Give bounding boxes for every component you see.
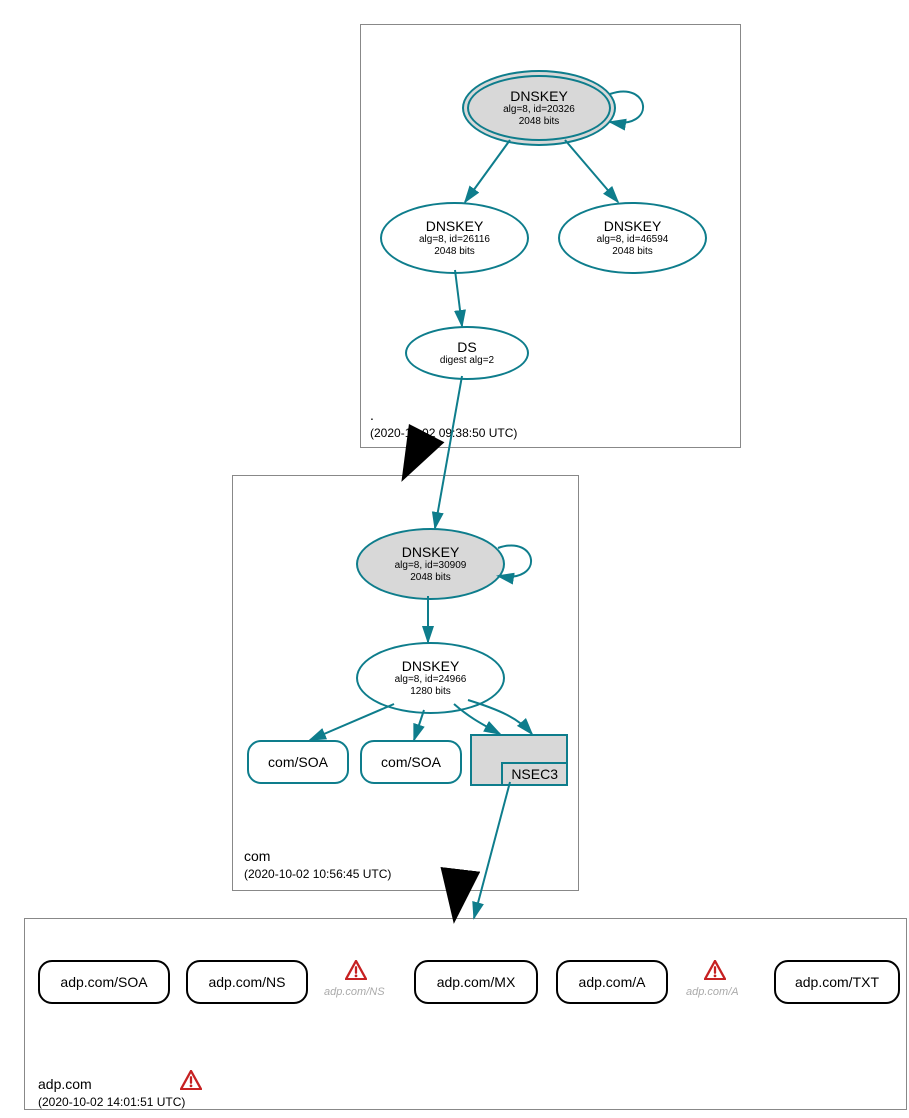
com-nsec3-label: NSEC3 <box>501 762 566 784</box>
adp-ns: adp.com/NS <box>186 960 308 1004</box>
adp-mx: adp.com/MX <box>414 960 538 1004</box>
root-ds-title: DS <box>457 339 476 355</box>
adp-a-warn-label: adp.com/A <box>686 986 739 998</box>
root-zsk2-node: DNSKEY alg=8, id=46594 2048 bits <box>558 202 707 274</box>
root-zsk2-alg: alg=8, id=46594 <box>597 234 669 246</box>
root-zsk1-bits: 2048 bits <box>434 246 475 258</box>
com-nsec3: NSEC3 <box>470 734 568 786</box>
root-zsk2-title: DNSKEY <box>604 218 662 234</box>
com-soa2: com/SOA <box>360 740 462 784</box>
root-ksk-alg: alg=8, id=20326 <box>503 104 575 116</box>
root-zsk1-title: DNSKEY <box>426 218 484 234</box>
root-zsk2-bits: 2048 bits <box>612 246 653 258</box>
warning-icon <box>180 1070 202 1090</box>
zone-com-timestamp: (2020-10-02 10:56:45 UTC) <box>244 867 391 881</box>
com-ksk-alg: alg=8, id=30909 <box>395 560 467 572</box>
zone-adp-timestamp: (2020-10-02 14:01:51 UTC) <box>38 1095 185 1109</box>
root-ksk-bits: 2048 bits <box>519 116 560 128</box>
root-ds-sub: digest alg=2 <box>440 355 494 367</box>
warning-icon <box>345 960 367 980</box>
adp-a: adp.com/A <box>556 960 668 1004</box>
adp-soa: adp.com/SOA <box>38 960 170 1004</box>
com-zsk-node: DNSKEY alg=8, id=24966 1280 bits <box>356 642 505 714</box>
zone-root-name: . <box>370 407 374 423</box>
root-ksk-node: DNSKEY alg=8, id=20326 2048 bits <box>462 70 616 146</box>
zone-adp <box>24 918 907 1110</box>
adp-ns-warn-label: adp.com/NS <box>324 986 385 998</box>
com-ksk-node: DNSKEY alg=8, id=30909 2048 bits <box>356 528 505 600</box>
com-ksk-title: DNSKEY <box>402 544 460 560</box>
root-ksk-title: DNSKEY <box>510 88 568 104</box>
root-zsk1-node: DNSKEY alg=8, id=26116 2048 bits <box>380 202 529 274</box>
adp-txt: adp.com/TXT <box>774 960 900 1004</box>
com-zsk-alg: alg=8, id=24966 <box>395 674 467 686</box>
com-zsk-bits: 1280 bits <box>410 686 451 698</box>
warning-icon <box>704 960 726 980</box>
zone-root-timestamp: (2020-10-02 09:38:50 UTC) <box>370 426 517 440</box>
zone-com-name: com <box>244 848 270 864</box>
zone-adp-name: adp.com <box>38 1076 92 1092</box>
com-zsk-title: DNSKEY <box>402 658 460 674</box>
root-zsk1-alg: alg=8, id=26116 <box>419 234 490 246</box>
com-ksk-bits: 2048 bits <box>410 572 451 584</box>
com-soa1: com/SOA <box>247 740 349 784</box>
root-ds-node: DS digest alg=2 <box>405 326 529 380</box>
